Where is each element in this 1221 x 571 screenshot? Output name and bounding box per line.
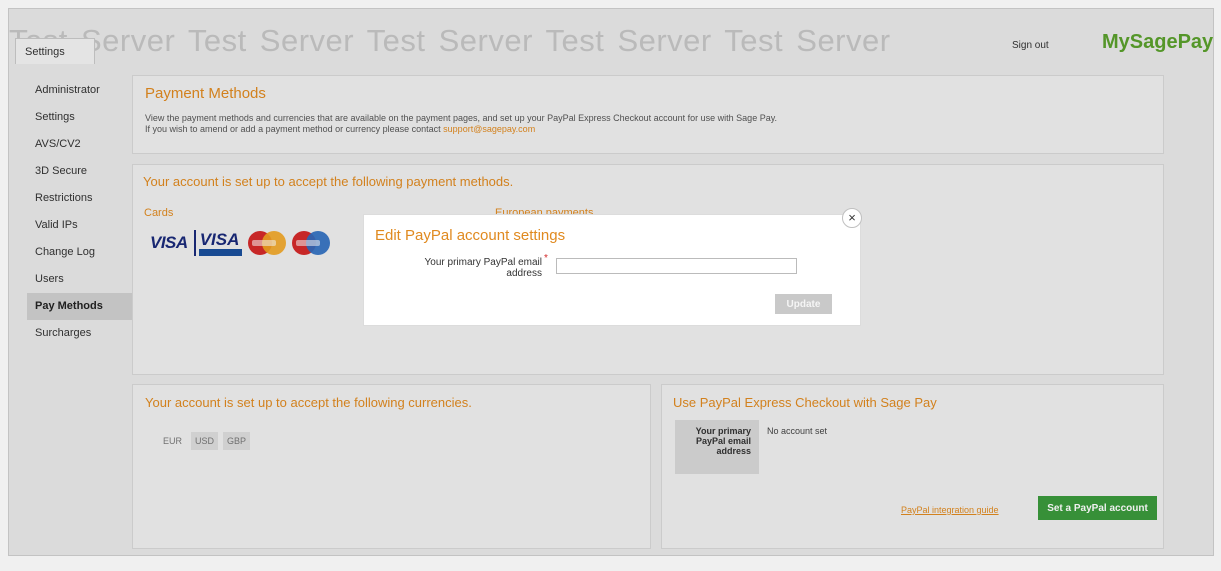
paypal-email-input[interactable] [556, 258, 797, 274]
update-button[interactable]: Update [775, 294, 832, 314]
paypal-email-label: Your primary PayPal email address [424, 257, 542, 279]
edit-paypal-modal: Edit PayPal account settings Your primar… [363, 214, 861, 326]
required-marker: * [544, 253, 548, 264]
close-icon[interactable]: × [842, 208, 862, 228]
modal-title: Edit PayPal account settings [375, 227, 566, 244]
